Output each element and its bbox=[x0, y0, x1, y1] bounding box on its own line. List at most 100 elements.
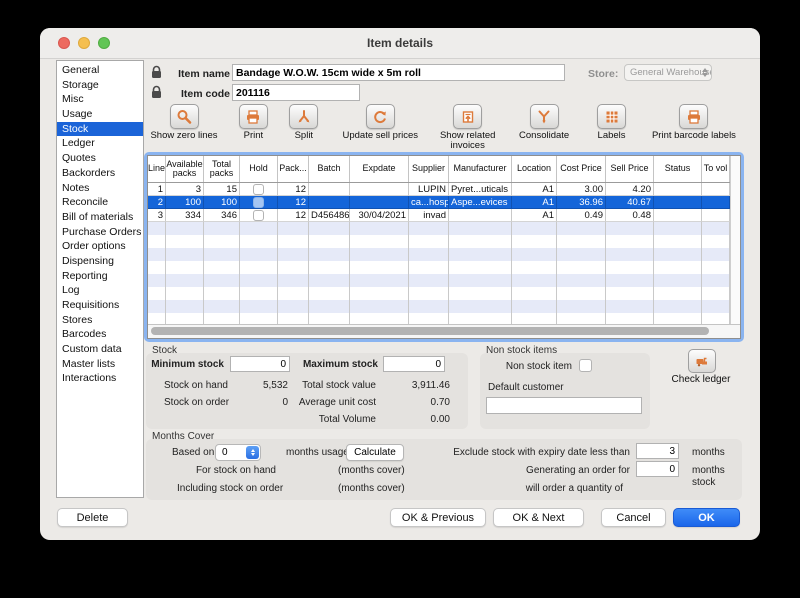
total-stock-value-label: Total stock value bbox=[286, 380, 376, 391]
non-stock-item-checkbox[interactable] bbox=[579, 359, 592, 372]
item-details-window: Item details General Storage Misc Usage … bbox=[40, 28, 760, 540]
column-header-available-packs[interactable]: Available packs bbox=[166, 156, 204, 182]
show-related-invoices-button[interactable]: Show related invoices bbox=[437, 104, 499, 152]
show-zero-lines-button[interactable]: Show zero lines bbox=[145, 104, 223, 141]
consolidate-button[interactable]: Consolidate bbox=[509, 104, 579, 141]
cell-supplier: LUPIN bbox=[409, 183, 449, 196]
item-name-input[interactable] bbox=[232, 64, 565, 81]
non-stock-group: Non stock item Default customer bbox=[480, 353, 650, 429]
sidebar-item-order-options[interactable]: Order options bbox=[57, 239, 143, 254]
check-ledger-button[interactable] bbox=[688, 349, 716, 373]
sidebar-item-reporting[interactable]: Reporting bbox=[57, 269, 143, 284]
column-header-sell-price[interactable]: Sell Price bbox=[606, 156, 654, 182]
sidebar-item-log[interactable]: Log bbox=[57, 283, 143, 298]
column-header-line[interactable]: Line bbox=[148, 156, 166, 182]
hold-checkbox[interactable] bbox=[253, 197, 264, 208]
table-row[interactable]: 3 334 346 12 D456486 30/04/2021 invad A1… bbox=[148, 209, 740, 222]
sidebar-item-usage[interactable]: Usage bbox=[57, 107, 143, 122]
default-customer-input[interactable] bbox=[486, 397, 642, 414]
total-volume-value: 0.00 bbox=[386, 414, 450, 425]
sidebar-item-custom-data[interactable]: Custom data bbox=[57, 342, 143, 357]
delete-button[interactable]: Delete bbox=[57, 508, 128, 527]
store-select[interactable]: General Warehouse bbox=[624, 64, 712, 81]
sidebar-item-general[interactable]: General bbox=[57, 63, 143, 78]
sidebar-item-dispensing[interactable]: Dispensing bbox=[57, 254, 143, 269]
ok-previous-button[interactable]: OK & Previous bbox=[390, 508, 486, 527]
table-row-empty bbox=[148, 261, 740, 274]
column-header-status[interactable]: Status bbox=[654, 156, 702, 182]
labels-button[interactable]: Labels bbox=[590, 104, 634, 141]
sidebar-item-quotes[interactable]: Quotes bbox=[57, 151, 143, 166]
horizontal-scrollbar[interactable] bbox=[148, 324, 740, 338]
column-header-total-packs[interactable]: Total packs bbox=[204, 156, 240, 182]
title-bar: Item details bbox=[40, 28, 760, 59]
generating-months-stock-unit: months stock bbox=[692, 465, 732, 488]
exclude-expiry-input[interactable] bbox=[636, 443, 679, 459]
column-header-location[interactable]: Location bbox=[512, 156, 557, 182]
cell-total: 15 bbox=[204, 183, 240, 196]
ok-button[interactable]: OK bbox=[673, 508, 740, 527]
hold-checkbox[interactable] bbox=[253, 210, 264, 221]
column-header-supplier[interactable]: Supplier bbox=[409, 156, 449, 182]
vertical-scrollbar[interactable] bbox=[730, 156, 740, 325]
cell-sell-price: 4.20 bbox=[606, 183, 654, 196]
will-order-label: will order a quantity of bbox=[446, 483, 623, 494]
popup-stepper-icon bbox=[246, 446, 259, 459]
sidebar-item-stores[interactable]: Stores bbox=[57, 313, 143, 328]
sidebar-item-notes[interactable]: Notes bbox=[57, 181, 143, 196]
sidebar-item-requisitions[interactable]: Requisitions bbox=[57, 298, 143, 313]
sidebar-item-purchase-orders[interactable]: Purchase Orders bbox=[57, 225, 143, 240]
ok-next-button[interactable]: OK & Next bbox=[493, 508, 584, 527]
column-header-hold[interactable]: Hold bbox=[240, 156, 278, 182]
calculate-button[interactable]: Calculate bbox=[346, 444, 404, 461]
sidebar-item-bill-of-materials[interactable]: Bill of materials bbox=[57, 210, 143, 225]
table-row-empty bbox=[148, 287, 740, 300]
sidebar-item-ledger[interactable]: Ledger bbox=[57, 136, 143, 151]
update-sell-prices-button[interactable]: Update sell prices bbox=[334, 104, 426, 141]
total-volume-label: Total Volume bbox=[286, 414, 376, 425]
item-code-input[interactable] bbox=[232, 84, 360, 101]
table-row[interactable]: 1 3 15 12 LUPIN Pyret...uticals A1 3.00 … bbox=[148, 183, 740, 196]
toolbar: Show zero lines Print Split Update sell … bbox=[145, 104, 744, 152]
generating-order-label: Generating an order for bbox=[446, 465, 630, 476]
table-row-selected[interactable]: 2 100 100 12 ca...hosp Aspe...evices A1 … bbox=[148, 196, 740, 209]
cell-line: 2 bbox=[148, 196, 166, 209]
cell-supplier: invad bbox=[409, 209, 449, 222]
column-header-pack[interactable]: Pack... bbox=[278, 156, 309, 182]
sidebar-item-master-lists[interactable]: Master lists bbox=[57, 357, 143, 372]
print-barcode-labels-button[interactable]: Print barcode labels bbox=[644, 104, 744, 141]
sidebar-item-misc[interactable]: Misc bbox=[57, 92, 143, 107]
barcode-printer-icon bbox=[679, 104, 708, 129]
maximum-stock-label: Maximum stock bbox=[301, 359, 378, 370]
cell-available: 3 bbox=[166, 183, 204, 196]
total-stock-value: 3,911.46 bbox=[386, 380, 450, 391]
sidebar-item-reconcile[interactable]: Reconcile bbox=[57, 195, 143, 210]
sidebar-item-interactions[interactable]: Interactions bbox=[57, 371, 143, 386]
minimum-stock-label: Minimum stock bbox=[151, 359, 224, 370]
hold-checkbox[interactable] bbox=[253, 184, 264, 195]
cancel-button[interactable]: Cancel bbox=[601, 508, 666, 527]
horizontal-scrollbar-thumb[interactable] bbox=[151, 327, 709, 335]
column-header-to-vol[interactable]: To vol bbox=[702, 156, 730, 182]
column-header-cost-price[interactable]: Cost Price bbox=[557, 156, 606, 182]
minimum-stock-input[interactable] bbox=[230, 356, 290, 372]
maximum-stock-input[interactable] bbox=[383, 356, 445, 372]
cell-hold bbox=[240, 183, 278, 196]
column-header-expdate[interactable]: Expdate bbox=[350, 156, 409, 182]
sidebar-item-barcodes[interactable]: Barcodes bbox=[57, 327, 143, 342]
cell-sell-price: 0.48 bbox=[606, 209, 654, 222]
sidebar-item-stock[interactable]: Stock bbox=[57, 122, 143, 137]
exclude-months-unit: months bbox=[692, 447, 725, 458]
column-header-batch[interactable]: Batch bbox=[309, 156, 350, 182]
table-row-empty bbox=[148, 248, 740, 261]
sidebar-item-backorders[interactable]: Backorders bbox=[57, 166, 143, 181]
split-button[interactable]: Split bbox=[284, 104, 324, 141]
cell-supplier: ca...hosp bbox=[409, 196, 449, 209]
refresh-icon bbox=[366, 104, 395, 129]
magnifier-icon bbox=[170, 104, 199, 129]
sidebar-item-storage[interactable]: Storage bbox=[57, 78, 143, 93]
based-on-popup[interactable]: 0 bbox=[215, 444, 261, 461]
generating-order-input[interactable] bbox=[636, 461, 679, 477]
column-header-manufacturer[interactable]: Manufacturer bbox=[449, 156, 512, 182]
print-button[interactable]: Print bbox=[233, 104, 273, 141]
